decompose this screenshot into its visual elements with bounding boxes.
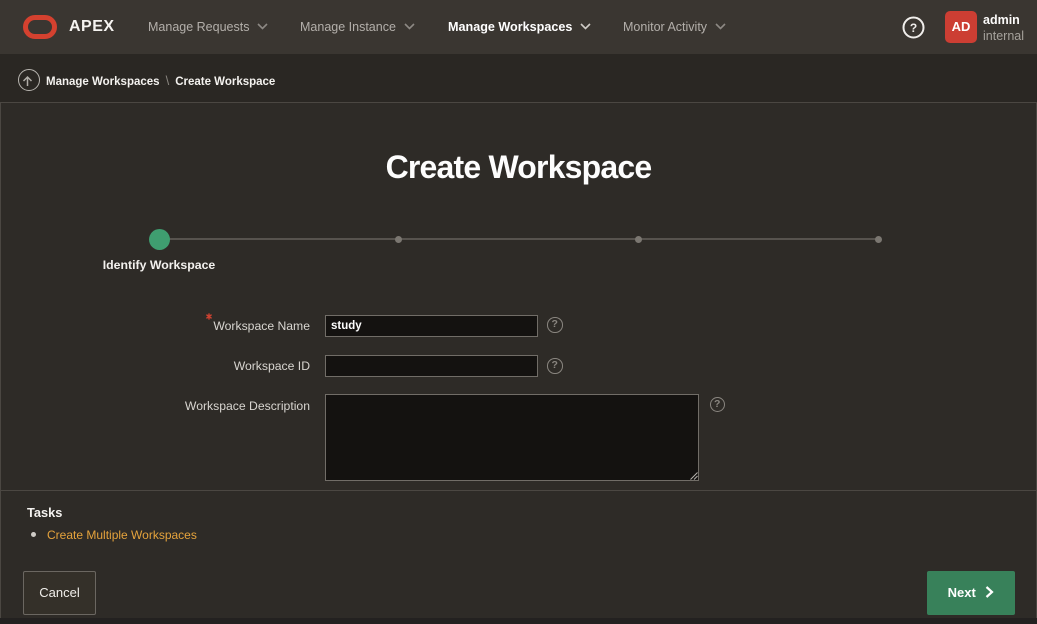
svg-text:?: ? (910, 21, 917, 35)
